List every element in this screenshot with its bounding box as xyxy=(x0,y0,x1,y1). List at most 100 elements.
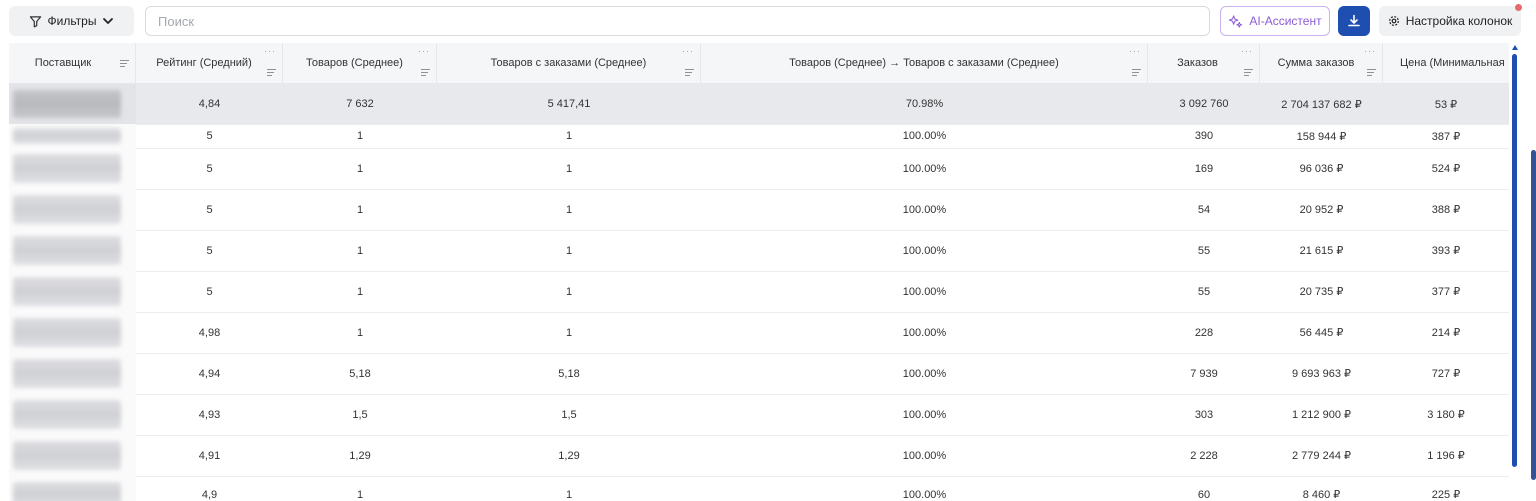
header-order-sum[interactable]: Сумма заказов ··· xyxy=(1260,43,1383,83)
cell-min-price: 225 ₽ xyxy=(1431,489,1461,501)
column-menu-icon[interactable] xyxy=(120,60,129,67)
more-icon[interactable]: ··· xyxy=(1241,47,1253,56)
cell-products-with-orders: 1,29 xyxy=(558,449,580,462)
cell-rating: 4,98 xyxy=(198,326,221,339)
cell-conversion: 100.00% xyxy=(902,203,947,216)
cell-products: 7 632 xyxy=(346,98,374,110)
scroll-up-arrow-icon[interactable] xyxy=(1512,45,1518,50)
cell-order-sum: 21 615 ₽ xyxy=(1299,245,1344,257)
cell-rating: 5 xyxy=(206,244,213,257)
table-row[interactable]: 4,94 5,18 5,18 100.00% 7 939 9 693 963 ₽ 727 ₽ xyxy=(9,353,1509,395)
cell-conversion: 100.00% xyxy=(902,367,947,380)
redacted-supplier-name xyxy=(13,481,121,501)
cell-orders: 390 xyxy=(1194,130,1214,142)
redacted-supplier-name xyxy=(13,277,121,306)
cell-products-with-orders: 1 xyxy=(565,285,573,298)
redacted-supplier-name xyxy=(13,236,121,265)
ai-assistant-label: AI-Ассистент xyxy=(1249,14,1322,28)
table-row[interactable]: 4,98 1 1 100.00% 228 56 445 ₽ 214 ₽ xyxy=(9,312,1509,354)
cell-order-sum: 96 036 ₽ xyxy=(1299,163,1344,175)
cell-supplier xyxy=(9,312,136,353)
header-orders[interactable]: Заказов ··· xyxy=(1148,43,1260,83)
cell-min-price: 377 ₽ xyxy=(1431,286,1461,298)
header-products-with-orders[interactable]: Товаров с заказами (Среднее) ··· xyxy=(437,43,701,83)
table-row[interactable]: 5 1 1 100.00% 54 20 952 ₽ 388 ₽ xyxy=(9,189,1509,231)
table-row[interactable]: 4,91 1,29 1,29 100.00% 2 228 2 779 244 ₽ 1 196… xyxy=(9,435,1509,477)
cell-order-sum: 20 735 ₽ xyxy=(1299,286,1344,298)
cell-supplier xyxy=(9,394,136,435)
cell-products: 1 xyxy=(356,162,364,175)
cell-order-sum: 56 445 ₽ xyxy=(1299,327,1344,339)
cell-products-with-orders: 1 xyxy=(565,326,573,339)
cell-rating: 4,91 xyxy=(198,449,221,462)
cell-min-price: 53 ₽ xyxy=(1434,98,1458,111)
ai-assistant-button[interactable]: AI-Ассистент xyxy=(1220,6,1330,36)
column-settings-button[interactable]: Настройка колонок xyxy=(1379,6,1521,36)
column-menu-icon[interactable] xyxy=(685,69,694,76)
cell-min-price: 727 ₽ xyxy=(1431,368,1461,380)
more-icon[interactable]: ··· xyxy=(264,47,276,56)
cell-orders: 55 xyxy=(1197,244,1211,257)
table-row[interactable]: 4,9 1 1 100.00% 60 8 460 ₽ 225 ₽ xyxy=(9,476,1509,501)
header-conversion[interactable]: Товаров (Среднее) → Товаров с заказами (… xyxy=(701,43,1148,83)
scrollbar-thumb[interactable] xyxy=(1512,54,1517,467)
table-row[interactable]: 5 1 1 100.00% 169 96 036 ₽ 524 ₽ xyxy=(9,148,1509,190)
column-menu-icon[interactable] xyxy=(1132,69,1141,76)
sparkles-icon xyxy=(1229,14,1243,28)
cell-supplier xyxy=(9,271,136,312)
table-row[interactable]: 5 1 1 100.00% 55 20 735 ₽ 377 ₽ xyxy=(9,271,1509,313)
cell-conversion: 100.00% xyxy=(902,449,947,462)
cell-supplier xyxy=(9,353,136,394)
cell-orders: 7 939 xyxy=(1190,367,1218,380)
cell-orders: 54 xyxy=(1197,203,1211,216)
table-row[interactable]: 4,93 1,5 1,5 100.00% 303 1 212 900 ₽ 3 180 ₽ xyxy=(9,394,1509,436)
page-scrollbar-thumb[interactable] xyxy=(1531,150,1536,480)
filters-button[interactable]: Фильтры xyxy=(9,6,134,36)
cell-orders: 228 xyxy=(1194,326,1214,339)
cell-rating: 4,93 xyxy=(198,408,221,421)
header-rating[interactable]: Рейтинг (Средний) ··· xyxy=(136,43,283,83)
column-menu-icon[interactable] xyxy=(421,69,430,76)
header-products[interactable]: Товаров (Среднее) ··· xyxy=(283,43,437,83)
table-header: Поставщик Рейтинг (Средний) ··· Товаров … xyxy=(9,43,1509,84)
cell-products: 1,5 xyxy=(352,408,368,421)
gear-icon xyxy=(1388,16,1399,26)
more-icon[interactable]: ··· xyxy=(682,47,694,56)
cell-conversion: 100.00% xyxy=(902,326,947,339)
cell-supplier xyxy=(9,189,136,230)
table-row[interactable]: 5 1 1 100.00% 55 21 615 ₽ 393 ₽ xyxy=(9,230,1509,272)
total-row[interactable]: 4,84 7 632 5 417,41 70.98% 3 092 760 2 704 13… xyxy=(9,84,1509,125)
cell-products: 1 xyxy=(356,326,364,339)
redacted-supplier-name xyxy=(13,318,121,347)
toolbar: Фильтры AI-Ассистент Настройка колонок xyxy=(0,0,1536,42)
cell-min-price: 524 ₽ xyxy=(1431,163,1461,175)
search-field[interactable] xyxy=(145,6,1210,36)
cell-supplier xyxy=(9,124,136,148)
column-menu-icon[interactable] xyxy=(267,69,276,76)
cell-products-with-orders: 1,5 xyxy=(561,408,577,421)
column-menu-icon[interactable] xyxy=(1367,69,1376,76)
table-row[interactable]: 5 1 1 100.00% 390 158 944 ₽ 387 ₽ xyxy=(9,124,1509,149)
cell-min-price: 387 ₽ xyxy=(1431,130,1461,143)
cell-min-price: 3 180 ₽ xyxy=(1427,409,1465,421)
cell-order-sum: 8 460 ₽ xyxy=(1302,489,1341,501)
cell-supplier xyxy=(9,435,136,476)
cell-conversion: 100.00% xyxy=(902,488,947,501)
more-icon[interactable]: ··· xyxy=(418,47,430,56)
redacted-supplier-name xyxy=(13,90,121,118)
download-icon xyxy=(1348,14,1360,27)
column-menu-icon[interactable] xyxy=(1244,69,1253,76)
redacted-supplier-name xyxy=(13,154,121,183)
header-min-price[interactable]: Цена (Минимальная xyxy=(1383,43,1509,83)
redacted-supplier-name xyxy=(13,441,121,470)
cell-conversion: 100.00% xyxy=(902,408,947,421)
data-table: Поставщик Рейтинг (Средний) ··· Товаров … xyxy=(9,43,1509,501)
download-button[interactable] xyxy=(1338,6,1370,36)
cell-products-with-orders: 1 xyxy=(565,488,573,501)
cell-rating: 5 xyxy=(206,203,213,216)
cell-products: 1,29 xyxy=(349,449,371,462)
more-icon[interactable]: ··· xyxy=(1129,47,1141,56)
more-icon[interactable]: ··· xyxy=(1364,47,1376,56)
search-input[interactable] xyxy=(156,12,1209,30)
header-supplier[interactable]: Поставщик xyxy=(9,43,136,83)
